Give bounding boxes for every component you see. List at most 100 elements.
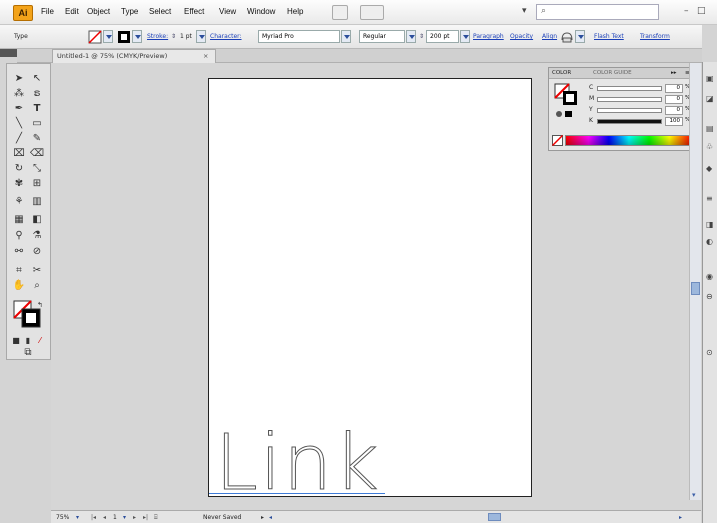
graph-tool-icon[interactable]: ▥ [29,195,45,208]
menu-object[interactable]: Object [87,7,110,16]
font-style-field[interactable]: Regular [359,30,405,43]
pen-tool-icon[interactable]: ✒ [11,102,27,115]
color-spectrum-bar[interactable] [565,135,693,146]
menu-window[interactable]: Window [247,7,275,16]
tab-color[interactable]: COLOR [552,70,571,76]
stroke-weight-value[interactable]: 1 pt [180,33,192,40]
menu-type[interactable]: Type [121,7,138,16]
arrange-documents-icon[interactable] [360,5,384,20]
toolbox-grip[interactable] [0,49,17,57]
fill-dropdown[interactable] [103,30,113,43]
workspace-dropdown-icon[interactable]: ▾ [522,6,527,16]
scroll-left-icon[interactable]: ◂ [269,514,272,521]
gradient-tool-icon[interactable]: ◧ [29,213,45,226]
font-family-field[interactable]: Myriad Pro [258,30,340,43]
pencil-tool-icon[interactable]: ✎ [29,132,45,145]
screen-mode-icon[interactable]: ⧉ [20,346,36,359]
live-paint-tool-icon[interactable]: ⚗ [29,229,45,242]
scale-tool-icon[interactable]: ⤡ [29,162,45,175]
appearance-dock-icon[interactable]: ◆ [706,164,716,173]
font-size-dropdown[interactable] [460,30,470,43]
slider-track[interactable] [597,119,662,124]
flash-text-link[interactable]: Flash Text [594,33,624,40]
menu-file[interactable]: File [41,7,54,16]
selection-tool-icon[interactable]: ➤ [11,72,27,85]
symbols-dock-icon[interactable]: ▤ [706,124,716,133]
slider-value-field[interactable]: 0 [665,95,683,104]
last-artboard-icon[interactable]: ▸| [143,514,148,521]
reveal-in-bridge-icon[interactable]: ⌸ [154,514,158,522]
blend-tool-icon[interactable]: ⚯ [11,245,27,258]
links-dock-icon[interactable]: ⊖ [706,292,716,301]
restore-icon[interactable]: □ [697,6,706,16]
stroke-dock-icon[interactable]: ≡ [706,194,716,203]
previous-artboard-icon[interactable]: ◂ [103,514,106,521]
navigator-dock-icon[interactable]: ⊙ [706,348,716,357]
next-artboard-icon[interactable]: ▸ [133,514,136,521]
paintbrush-tool-icon[interactable]: ╱ [11,132,27,145]
slider-track[interactable] [597,86,662,91]
artboard-tool-icon[interactable]: ⌗ [11,264,27,277]
vertical-scrollbar[interactable]: ▾ [689,63,701,500]
font-size-field[interactable]: 200 pt [426,30,459,43]
close-icon[interactable]: × [203,50,208,63]
hand-tool-icon[interactable]: ✋ [11,279,27,292]
menu-help[interactable]: Help [287,7,303,16]
slider-value-field[interactable]: 0 [665,106,683,115]
scroll-down-icon[interactable]: ▾ [692,491,696,499]
document-tab[interactable]: Untitled-1 @ 75% (CMYK/Preview) × [52,49,216,63]
artboard-text-outline[interactable]: Link [215,425,381,503]
zoom-tool-icon[interactable]: ⌕ [29,279,45,292]
warp-tool-icon[interactable]: ✾ [11,177,27,190]
menu-effect[interactable]: Effect [184,7,204,16]
character-link[interactable]: Character: [210,33,242,40]
graphic-styles-dock-icon[interactable]: ♧ [706,142,716,151]
artboard-dropdown-icon[interactable]: ▾ [123,514,126,521]
free-transform-tool-icon[interactable]: ⊞ [29,177,45,190]
symbol-sprayer-tool-icon[interactable]: ⚘ [11,195,27,208]
vertical-scroll-thumb[interactable] [691,282,700,295]
none-swatch-icon[interactable] [552,135,563,146]
line-tool-icon[interactable]: ╲ [11,117,27,130]
swatches-dock-icon[interactable]: ▣ [706,74,716,83]
scroll-right-icon[interactable]: ▸ [679,514,682,521]
blob-brush-tool-icon[interactable]: ⌧ [11,147,27,160]
slider-track[interactable] [597,108,662,113]
isolate-icon[interactable] [560,30,574,44]
zoom-dropdown-icon[interactable]: ▾ [76,514,79,521]
rectangle-tool-icon[interactable]: ▭ [29,117,45,130]
paragraph-link[interactable]: Paragraph [473,33,504,40]
direct-selection-tool-icon[interactable]: ↖ [29,72,45,85]
transparency-dock-icon[interactable]: ◐ [706,237,716,246]
fill-none-icon[interactable] [88,30,102,44]
stroke-weight-dropdown[interactable] [196,30,206,43]
status-menu-icon[interactable]: ▸ [261,514,264,521]
font-style-dropdown[interactable] [406,30,416,43]
type-tool-icon[interactable]: T [29,102,45,115]
opacity-link[interactable]: Opacity [510,33,533,40]
horizontal-scroll-thumb[interactable] [488,513,501,521]
menu-edit[interactable]: Edit [65,7,79,16]
slider-black[interactable]: K 100 % [589,117,693,126]
align-link[interactable]: Align [542,33,557,40]
isolate-dropdown[interactable] [575,30,585,43]
slider-track[interactable] [597,97,662,102]
slider-value-field[interactable]: 0 [665,84,683,93]
tab-color-guide[interactable]: COLOR GUIDE [593,70,632,76]
eraser-tool-icon[interactable]: ⌫ [29,147,45,160]
slider-magenta[interactable]: M 0 % [589,95,693,104]
eyedropper-tool-icon[interactable]: ⚲ [11,229,27,242]
stroke-swatch-icon[interactable] [117,30,131,44]
minimize-icon[interactable]: – [684,6,689,16]
zoom-level[interactable]: 75% [56,514,69,521]
bridge-icon[interactable] [332,5,348,20]
stroke-stepper-icon[interactable]: ⇕ [171,33,176,40]
first-artboard-icon[interactable]: |◂ [91,514,96,521]
stroke-link[interactable]: Stroke: [147,33,168,40]
brushes-dock-icon[interactable]: ◪ [706,94,716,103]
search-input[interactable]: ⌕ [536,4,659,20]
menu-view[interactable]: View [219,7,236,16]
font-family-dropdown[interactable] [341,30,351,43]
menu-select[interactable]: Select [149,7,171,16]
magic-wand-tool-icon[interactable]: ⁂ [11,87,27,100]
